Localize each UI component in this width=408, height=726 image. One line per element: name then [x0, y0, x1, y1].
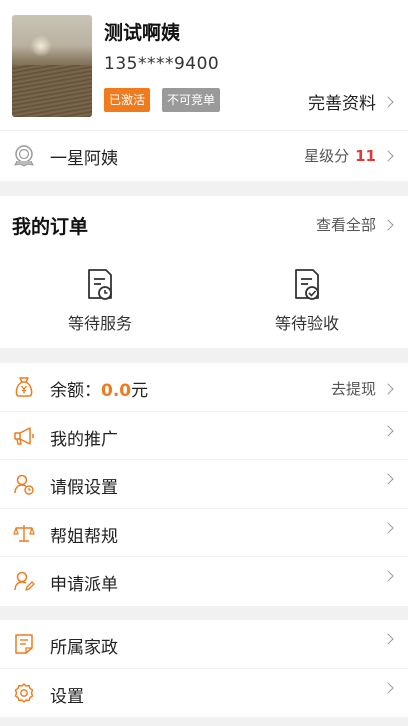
chevron-right-icon: [382, 522, 394, 534]
order-waiting-acceptance-label: 等待验收: [274, 314, 339, 333]
promotion-label: 我的推广: [50, 429, 118, 450]
view-all-orders-link[interactable]: 查看全部: [315, 214, 394, 235]
chevron-right-icon: [382, 95, 394, 108]
apply-dispatch-label: 申请派单: [50, 575, 118, 596]
chevron-right-icon: [382, 149, 394, 162]
list-item-promotion[interactable]: 我的推广: [0, 412, 408, 461]
chevron-right-icon: [382, 633, 394, 645]
scale-icon: [13, 524, 35, 542]
medal-icon: [14, 145, 34, 167]
star-level-label: 一星阿姨: [50, 149, 118, 169]
rules-label: 帮姐帮规: [50, 526, 118, 547]
list-item-agency[interactable]: 所属家政: [0, 620, 408, 669]
document-check-icon: [295, 269, 319, 300]
view-all-label: 查看全部: [315, 216, 376, 234]
settings-label: 设置: [50, 686, 84, 707]
user-name: 测试啊姨: [104, 22, 181, 44]
list-item-apply-dispatch[interactable]: 申请派单: [0, 557, 408, 606]
withdraw-label: 去提现: [330, 380, 376, 398]
user-edit-icon: [14, 572, 35, 592]
profile-header[interactable]: 测试啊姨 135****9400 已激活 不可竞单 完善资料: [0, 0, 408, 130]
status-badge-no-compete: 不可竞单: [162, 88, 221, 112]
chevron-right-icon: [382, 424, 394, 437]
star-score[interactable]: 星级分 11: [304, 145, 394, 166]
menu-list-main: 余额：0.0元 去提现 我的推广 请假设置 帮姐帮规 申请派单: [0, 363, 408, 606]
order-waiting-service-label: 等待服务: [67, 314, 132, 333]
status-badge-activated: 已激活: [104, 88, 151, 112]
list-item-settings[interactable]: 设置: [0, 669, 408, 718]
star-score-value: 11: [355, 146, 376, 165]
balance-unit: 元: [131, 381, 149, 401]
gear-icon: [14, 682, 34, 703]
avatar[interactable]: [12, 15, 92, 117]
chevron-right-icon: [382, 382, 394, 395]
user-leave-icon: [14, 474, 34, 495]
money-bag-icon: [15, 377, 33, 397]
order-waiting-acceptance[interactable]: 等待验收: [247, 268, 367, 334]
megaphone-icon: [14, 426, 34, 445]
leave-settings-label: 请假设置: [50, 478, 118, 499]
chevron-right-icon: [382, 570, 394, 583]
withdraw-link[interactable]: 去提现: [330, 378, 394, 399]
complete-profile-label: 完善资料: [308, 94, 376, 114]
list-item-balance[interactable]: 余额：0.0元 去提现: [0, 363, 408, 412]
menu-list-secondary: 所属家政 设置: [0, 620, 408, 718]
balance-label: 余额：0.0元: [50, 381, 149, 401]
complete-profile-link[interactable]: 完善资料: [308, 89, 394, 114]
orders-title: 我的订单: [12, 216, 89, 238]
star-level-row[interactable]: 一星阿姨 星级分 11: [0, 131, 408, 181]
list-item-rules[interactable]: 帮姐帮规: [0, 509, 408, 558]
orders-section: 我的订单 查看全部 等待服务 等待验收: [0, 196, 408, 348]
user-phone: 135****9400: [104, 54, 220, 74]
order-waiting-service[interactable]: 等待服务: [40, 268, 160, 334]
chevron-right-icon: [382, 681, 394, 694]
balance-value: 0.0: [101, 381, 132, 401]
star-score-label: 星级分: [304, 147, 350, 165]
agency-label: 所属家政: [50, 638, 118, 658]
document-list-icon: [15, 634, 33, 654]
chevron-right-icon: [382, 473, 394, 485]
chevron-right-icon: [382, 218, 394, 231]
document-clock-icon: [88, 269, 112, 300]
list-item-leave-settings[interactable]: 请假设置: [0, 460, 408, 509]
